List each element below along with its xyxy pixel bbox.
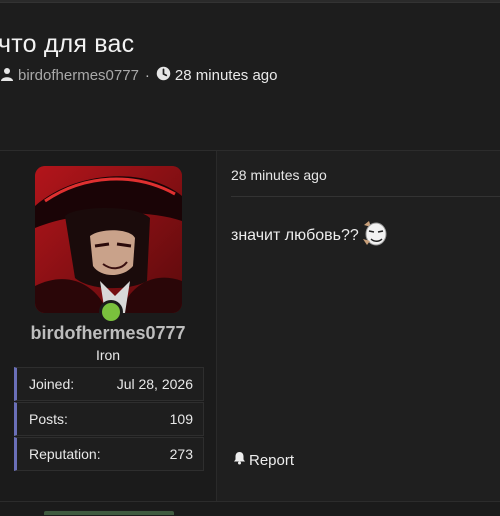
report-label: Report: [249, 451, 295, 469]
stat-label: Posts:: [29, 411, 68, 427]
top-divider-inner: [0, 2, 500, 3]
stat-reputation: Reputation: 273: [14, 437, 204, 471]
stat-label: Joined:: [29, 376, 75, 392]
face-emoji-icon: [361, 219, 387, 252]
post-time[interactable]: 28 minutes ago: [231, 167, 327, 183]
avatar[interactable]: [35, 166, 182, 313]
thread-author-link[interactable]: birdofhermes0777: [18, 67, 139, 84]
post-text: значит любовь??: [231, 226, 359, 244]
report-button[interactable]: Report: [233, 451, 294, 469]
stat-value: Jul 28, 2026: [116, 376, 193, 392]
post-user-panel: birdofhermes0777 Iron Joined: Jul 28, 20…: [0, 151, 217, 501]
stat-value: 109: [169, 411, 193, 427]
clock-icon: [156, 66, 171, 85]
post-content: значит любовь??: [231, 219, 387, 252]
post-username[interactable]: birdofhermes0777: [0, 323, 216, 344]
thread-meta: birdofhermes0777 · 28 minutes ago: [0, 66, 278, 85]
post-divider: [231, 196, 500, 197]
meta-separator: ·: [144, 67, 150, 84]
stat-value: 273: [169, 446, 193, 462]
thread-time[interactable]: 28 minutes ago: [175, 67, 278, 84]
bell-icon: [233, 451, 246, 469]
thread-title: что для вас: [0, 30, 135, 58]
stat-label: Reputation:: [29, 446, 101, 462]
next-post-avatar-edge: [44, 511, 174, 515]
user-icon: [0, 67, 14, 85]
stat-joined: Joined: Jul 28, 2026: [14, 367, 204, 401]
user-rank: Iron: [95, 347, 121, 363]
online-indicator: [99, 300, 123, 324]
post: birdofhermes0777 Iron Joined: Jul 28, 20…: [0, 150, 500, 502]
stat-posts: Posts: 109: [14, 402, 204, 436]
